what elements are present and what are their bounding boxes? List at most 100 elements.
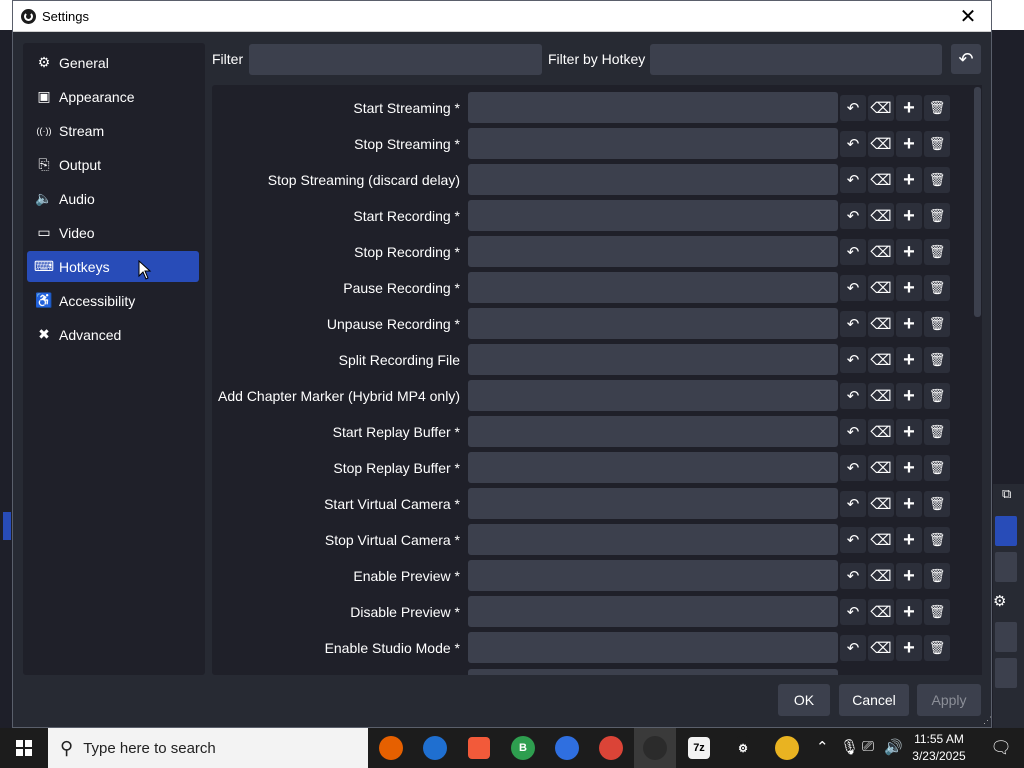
hotkey-input[interactable] bbox=[468, 596, 838, 627]
sidebar-item-video[interactable]: ▭ Video bbox=[27, 217, 199, 248]
clear-icon[interactable]: ⌫ bbox=[868, 239, 894, 265]
delete-icon[interactable]: 🗑 bbox=[924, 347, 950, 373]
taskbar-clock[interactable]: 11:55 AM 3/23/2025 bbox=[906, 731, 972, 765]
background-gear-icon[interactable]: ⚙ bbox=[993, 592, 1011, 610]
revert-icon[interactable]: ↶ bbox=[840, 383, 866, 409]
resize-grip-icon[interactable]: ⋰ bbox=[983, 715, 993, 725]
revert-icon[interactable]: ↶ bbox=[840, 599, 866, 625]
sidebar-item-advanced[interactable]: ✖ Advanced bbox=[27, 319, 199, 350]
clear-icon[interactable]: ⌫ bbox=[868, 131, 894, 157]
add-icon[interactable]: + bbox=[896, 527, 922, 553]
hotkey-input[interactable] bbox=[468, 632, 838, 663]
revert-icon[interactable]: ↶ bbox=[840, 275, 866, 301]
delete-icon[interactable]: 🗑 bbox=[924, 419, 950, 445]
revert-icon[interactable]: ↶ bbox=[840, 491, 866, 517]
app-orange-taskbar-button[interactable] bbox=[766, 728, 808, 768]
hotkey-input[interactable] bbox=[468, 452, 838, 483]
hotkey-input[interactable] bbox=[468, 236, 838, 267]
background-control-button[interactable] bbox=[995, 658, 1017, 688]
add-icon[interactable]: + bbox=[896, 311, 922, 337]
revert-icon[interactable]: ↶ bbox=[840, 311, 866, 337]
clear-icon[interactable]: ⌫ bbox=[868, 311, 894, 337]
background-popout-icon[interactable]: ⧉ bbox=[1002, 486, 1020, 504]
obs-taskbar-button[interactable] bbox=[634, 728, 676, 768]
delete-icon[interactable]: 🗑 bbox=[924, 311, 950, 337]
delete-icon[interactable]: 🗑 bbox=[924, 203, 950, 229]
clear-icon[interactable]: ⌫ bbox=[868, 275, 894, 301]
chrome-beta-taskbar-button[interactable]: B bbox=[502, 728, 544, 768]
revert-icon[interactable]: ↶ bbox=[840, 455, 866, 481]
add-icon[interactable]: + bbox=[896, 203, 922, 229]
hotkey-input[interactable] bbox=[468, 488, 838, 519]
add-icon[interactable]: + bbox=[896, 131, 922, 157]
hotkey-input[interactable] bbox=[468, 669, 838, 675]
chrome-taskbar-button[interactable] bbox=[590, 728, 632, 768]
clear-icon[interactable]: ⌫ bbox=[868, 455, 894, 481]
hotkey-input[interactable] bbox=[468, 200, 838, 231]
delete-icon[interactable]: 🗑 bbox=[924, 563, 950, 589]
delete-icon[interactable]: 🗑 bbox=[924, 527, 950, 553]
hotkey-input[interactable] bbox=[468, 272, 838, 303]
delete-icon[interactable]: 🗑 bbox=[924, 383, 950, 409]
firefox-taskbar-button[interactable] bbox=[370, 728, 412, 768]
clear-icon[interactable]: ⌫ bbox=[868, 203, 894, 229]
add-icon[interactable]: + bbox=[896, 347, 922, 373]
clear-icon[interactable]: ⌫ bbox=[868, 347, 894, 373]
network-icon[interactable]: ⎚ bbox=[862, 738, 874, 755]
filter-by-hotkey-input[interactable] bbox=[650, 44, 942, 75]
delete-icon[interactable]: 🗑 bbox=[924, 131, 950, 157]
ok-button[interactable]: OK bbox=[778, 684, 830, 716]
hotkey-input[interactable] bbox=[468, 416, 838, 447]
app-red-taskbar-button[interactable] bbox=[458, 728, 500, 768]
sidebar-item-stream[interactable]: ((·)) Stream bbox=[27, 115, 199, 146]
clear-icon[interactable]: ⌫ bbox=[868, 563, 894, 589]
chevron-up-icon[interactable]: ⌃ bbox=[816, 738, 829, 756]
7zip-taskbar-button[interactable]: 7z bbox=[678, 728, 720, 768]
clear-icon[interactable]: ⌫ bbox=[868, 599, 894, 625]
delete-icon[interactable]: 🗑 bbox=[924, 455, 950, 481]
start-button[interactable] bbox=[0, 728, 48, 768]
delete-icon[interactable]: 🗑 bbox=[924, 491, 950, 517]
revert-icon[interactable]: ↶ bbox=[840, 203, 866, 229]
sidebar-item-output[interactable]: ⎘ Output bbox=[27, 149, 199, 180]
revert-icon[interactable]: ↶ bbox=[840, 167, 866, 193]
cancel-button[interactable]: Cancel bbox=[839, 684, 909, 716]
hotkey-input[interactable] bbox=[468, 380, 838, 411]
background-control-button[interactable] bbox=[995, 622, 1017, 652]
delete-icon[interactable]: 🗑 bbox=[924, 95, 950, 121]
apply-button[interactable]: Apply bbox=[917, 684, 981, 716]
add-icon[interactable]: + bbox=[896, 239, 922, 265]
revert-icon[interactable]: ↶ bbox=[840, 95, 866, 121]
delete-icon[interactable]: 🗑 bbox=[924, 599, 950, 625]
delete-icon[interactable]: 🗑 bbox=[924, 275, 950, 301]
revert-icon[interactable]: ↶ bbox=[840, 131, 866, 157]
add-icon[interactable]: + bbox=[896, 563, 922, 589]
sidebar-item-hotkeys[interactable]: ⌨ Hotkeys bbox=[27, 251, 199, 282]
revert-icon[interactable]: ↶ bbox=[840, 527, 866, 553]
revert-icon[interactable]: ↶ bbox=[840, 239, 866, 265]
add-icon[interactable]: + bbox=[896, 95, 922, 121]
hotkeys-scrollbar-thumb[interactable] bbox=[974, 87, 981, 317]
hotkey-input[interactable] bbox=[468, 164, 838, 195]
revert-icon[interactable]: ↶ bbox=[840, 563, 866, 589]
hotkey-input[interactable] bbox=[468, 524, 838, 555]
delete-icon[interactable]: 🗑 bbox=[924, 635, 950, 661]
background-control-button[interactable] bbox=[995, 516, 1017, 546]
revert-icon[interactable]: ↶ bbox=[840, 635, 866, 661]
hotkey-input[interactable] bbox=[468, 308, 838, 339]
notification-icon[interactable]: 🗨 bbox=[978, 728, 1024, 768]
sidebar-item-audio[interactable]: 🔈 Audio bbox=[27, 183, 199, 214]
volume-icon[interactable]: 🔊 bbox=[884, 738, 903, 756]
delete-icon[interactable]: 🗑 bbox=[924, 239, 950, 265]
clear-icon[interactable]: ⌫ bbox=[868, 491, 894, 517]
add-icon[interactable]: + bbox=[896, 383, 922, 409]
clear-icon[interactable]: ⌫ bbox=[868, 95, 894, 121]
background-control-button[interactable] bbox=[995, 552, 1017, 582]
clear-icon[interactable]: ⌫ bbox=[868, 527, 894, 553]
hotkey-input[interactable] bbox=[468, 92, 838, 123]
add-icon[interactable]: + bbox=[896, 419, 922, 445]
add-icon[interactable]: + bbox=[896, 599, 922, 625]
firefox-dev-taskbar-button[interactable] bbox=[546, 728, 588, 768]
delete-icon[interactable]: 🗑 bbox=[924, 167, 950, 193]
settings-taskbar-button[interactable]: ⚙ bbox=[722, 728, 764, 768]
